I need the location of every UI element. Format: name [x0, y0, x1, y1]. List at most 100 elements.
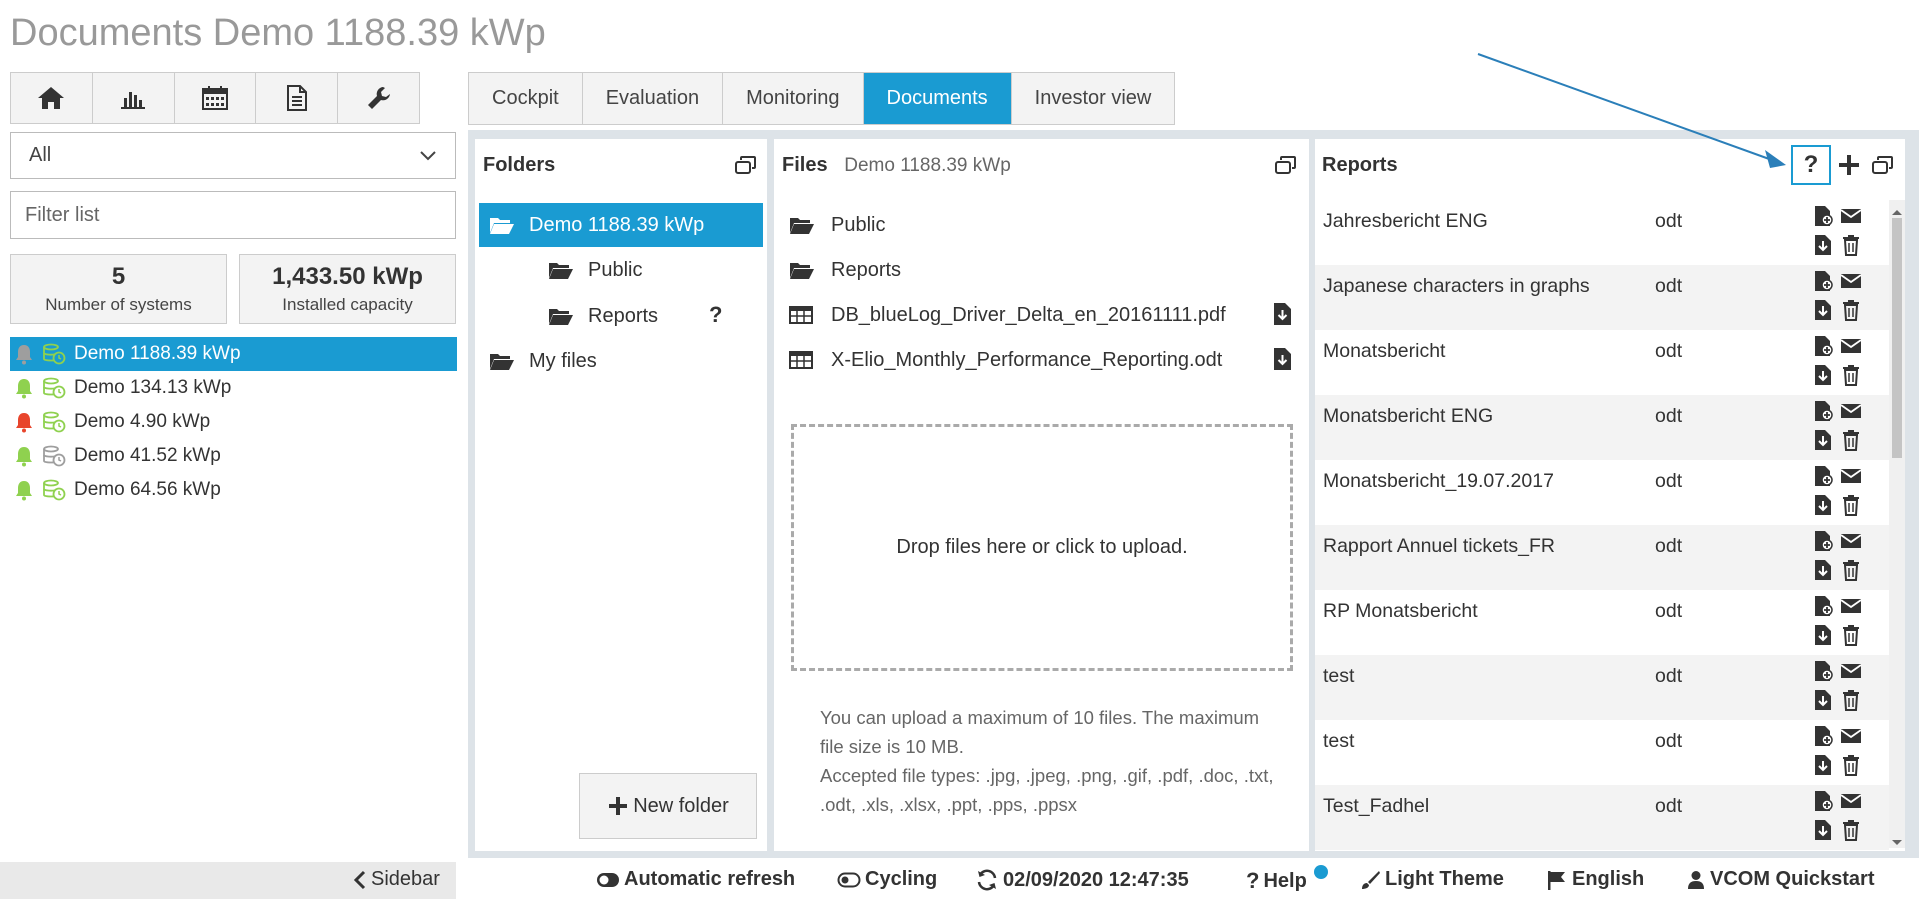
trash-icon[interactable] [1840, 429, 1862, 451]
theme-button[interactable]: Light Theme [1359, 868, 1504, 891]
wrench-icon[interactable] [338, 73, 419, 123]
generate-report-icon[interactable] [1812, 790, 1834, 812]
download-file-icon[interactable] [1272, 347, 1292, 376]
folder-item-root[interactable]: Demo 1188.39 kWp [479, 203, 763, 247]
report-row[interactable]: Rapport Annuel tickets_FR odt [1315, 525, 1889, 590]
download-file-icon[interactable] [1272, 302, 1292, 331]
scroll-down-icon[interactable] [1891, 834, 1903, 852]
scroll-up-icon[interactable] [1891, 203, 1903, 221]
download-report-icon[interactable] [1812, 819, 1834, 841]
generate-report-icon[interactable] [1812, 270, 1834, 292]
tab-evaluation[interactable]: Evaluation [583, 73, 724, 124]
trash-icon[interactable] [1840, 754, 1862, 776]
expand-window-icon[interactable] [734, 155, 758, 180]
generate-report-icon[interactable] [1812, 530, 1834, 552]
expand-window-icon[interactable] [1871, 155, 1895, 180]
trash-icon[interactable] [1840, 624, 1862, 646]
file-item-folder-reports[interactable]: Reports [789, 248, 901, 292]
file-item-folder-public[interactable]: Public [789, 203, 885, 247]
report-row[interactable]: test odt [1315, 720, 1889, 785]
download-report-icon[interactable] [1812, 689, 1834, 711]
document-icon[interactable] [256, 73, 339, 123]
chart-icon[interactable] [93, 73, 175, 123]
download-report-icon[interactable] [1812, 494, 1834, 516]
report-row[interactable]: Monatsbericht ENG odt [1315, 395, 1889, 460]
language-button[interactable]: English [1546, 868, 1644, 891]
trash-icon[interactable] [1840, 689, 1862, 711]
generate-report-icon[interactable] [1812, 335, 1834, 357]
tab-monitoring[interactable]: Monitoring [723, 73, 864, 124]
system-item[interactable]: Demo 64.56 kWp [10, 473, 457, 507]
tab-documents[interactable]: Documents [863, 73, 1012, 124]
system-name: Demo 1188.39 kWp [74, 343, 241, 364]
sidebar-toggle-button[interactable]: Sidebar [353, 868, 440, 891]
system-item[interactable]: Demo 134.13 kWp [10, 371, 457, 405]
download-report-icon[interactable] [1812, 624, 1834, 646]
download-report-icon[interactable] [1812, 429, 1834, 451]
tab-cockpit[interactable]: Cockpit [469, 73, 583, 124]
reports-help-button[interactable]: ? [1791, 145, 1831, 185]
tab-investor-view[interactable]: Investor view [1012, 73, 1175, 124]
file-item[interactable]: X-Elio_Monthly_Performance_Reporting.odt [789, 338, 1222, 382]
mail-icon[interactable] [1840, 790, 1862, 812]
home-icon[interactable] [11, 73, 93, 123]
report-actions [1812, 725, 1864, 781]
download-report-icon[interactable] [1812, 364, 1834, 386]
download-report-icon[interactable] [1812, 754, 1834, 776]
trash-icon[interactable] [1840, 234, 1862, 256]
report-row[interactable]: Jahresbericht ENG odt [1315, 200, 1889, 265]
question-icon[interactable]: ? [709, 302, 722, 328]
mail-icon[interactable] [1840, 400, 1862, 422]
generate-report-icon[interactable] [1812, 400, 1834, 422]
report-row[interactable]: Monatsbericht odt [1315, 330, 1889, 395]
mail-icon[interactable] [1840, 335, 1862, 357]
cycling-toggle[interactable]: Cycling [837, 868, 937, 891]
mail-icon[interactable] [1840, 270, 1862, 292]
download-report-icon[interactable] [1812, 299, 1834, 321]
report-row[interactable]: Monatsbericht_19.07.2017 odt [1315, 460, 1889, 525]
file-dropzone[interactable]: Drop files here or click to upload. [791, 424, 1293, 671]
chevron-left-icon [353, 870, 366, 889]
mail-icon[interactable] [1840, 465, 1862, 487]
report-row[interactable]: Test_Fadhel odt [1315, 785, 1889, 850]
generate-report-icon[interactable] [1812, 725, 1834, 747]
system-item[interactable]: Demo 41.52 kWp [10, 439, 457, 473]
stat-label: Number of systems [45, 295, 192, 314]
refresh-timestamp[interactable]: 02/09/2020 12:47:35 [975, 868, 1189, 892]
report-row[interactable]: test odt [1315, 655, 1889, 720]
mail-icon[interactable] [1840, 205, 1862, 227]
add-report-icon[interactable] [1837, 153, 1861, 182]
trash-icon[interactable] [1840, 299, 1862, 321]
scrollbar-thumb[interactable] [1892, 218, 1902, 458]
filter-input[interactable] [10, 191, 456, 239]
mail-icon[interactable] [1840, 660, 1862, 682]
trash-icon[interactable] [1840, 819, 1862, 841]
help-button[interactable]: ? Help [1246, 868, 1307, 894]
generate-report-icon[interactable] [1812, 465, 1834, 487]
expand-window-icon[interactable] [1274, 155, 1298, 180]
report-row[interactable]: Japanese characters in graphs odt [1315, 265, 1889, 330]
mail-icon[interactable] [1840, 530, 1862, 552]
mail-icon[interactable] [1840, 595, 1862, 617]
trash-icon[interactable] [1840, 494, 1862, 516]
generate-report-icon[interactable] [1812, 205, 1834, 227]
trash-icon[interactable] [1840, 559, 1862, 581]
trash-icon[interactable] [1840, 364, 1862, 386]
new-folder-button[interactable]: New folder [579, 773, 757, 839]
quickstart-button[interactable]: VCOM Quickstart [1686, 868, 1874, 891]
generate-report-icon[interactable] [1812, 660, 1834, 682]
mail-icon[interactable] [1840, 725, 1862, 747]
file-item[interactable]: DB_blueLog_Driver_Delta_en_20161111.pdf [789, 293, 1226, 337]
refresh-icon [977, 869, 997, 891]
download-report-icon[interactable] [1812, 234, 1834, 256]
system-item[interactable]: Demo 4.90 kWp [10, 405, 457, 439]
folder-item-public[interactable]: Public [548, 248, 748, 292]
folder-item-my-files[interactable]: My files [489, 339, 739, 383]
system-filter-select[interactable]: All [10, 132, 456, 179]
system-item[interactable]: Demo 1188.39 kWp [10, 337, 457, 371]
generate-report-icon[interactable] [1812, 595, 1834, 617]
auto-refresh-toggle[interactable]: Automatic refresh [596, 868, 795, 891]
download-report-icon[interactable] [1812, 559, 1834, 581]
report-row[interactable]: RP Monatsbericht odt [1315, 590, 1889, 655]
calendar-icon[interactable] [175, 73, 257, 123]
